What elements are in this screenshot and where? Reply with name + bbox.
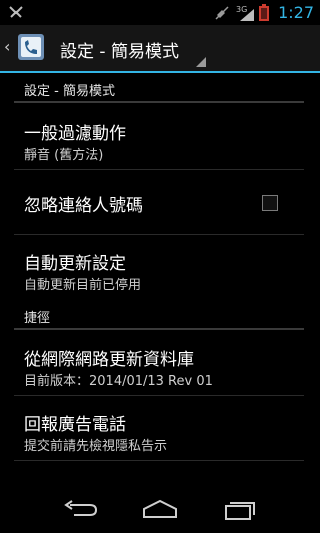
category-header-shortcuts: 捷徑	[0, 300, 320, 330]
action-bar: ‹ 設定 - 簡易模式	[0, 25, 320, 71]
mute-icon	[215, 6, 229, 20]
pref-summary: 靜音 (舊方法)	[24, 148, 104, 163]
pref-summary: 自動更新目前已停用	[24, 278, 142, 293]
category-header-simple-mode: 設定 - 簡易模式	[0, 73, 320, 103]
page-title: 設定 - 簡易模式	[60, 42, 179, 62]
pref-title: 從網際網路更新資料庫	[24, 350, 194, 370]
usb-debug-icon	[9, 6, 23, 18]
category-divider	[14, 328, 304, 330]
pref-auto-update[interactable]: 自動更新設定 自動更新目前已停用	[0, 235, 320, 300]
pref-title: 一般過濾動作	[24, 124, 126, 144]
pref-report-ad-call[interactable]: 回報廣告電話 提交前請先檢視隱私告示	[0, 396, 320, 461]
chevron-left-icon[interactable]: ‹	[4, 37, 10, 56]
pref-title: 忽略連絡人號碼	[24, 196, 143, 216]
pref-summary: 目前版本：2014/01/13 Rev 01	[24, 374, 213, 389]
status-time: 1:27	[278, 3, 314, 22]
app-icon[interactable]	[18, 34, 44, 60]
title-dropdown-indicator[interactable]	[196, 57, 206, 67]
pref-title: 自動更新設定	[24, 254, 126, 274]
status-bar: 3G 1:27	[0, 0, 320, 25]
home-icon[interactable]	[140, 495, 180, 523]
list-divider	[14, 460, 304, 461]
category-label: 設定 - 簡易模式	[24, 84, 115, 99]
battery-icon	[259, 4, 269, 21]
signal-icon: 3G	[236, 5, 254, 21]
back-icon[interactable]	[60, 495, 100, 523]
pref-summary: 提交前請先檢視隱私告示	[24, 439, 168, 454]
pref-general-filter-action[interactable]: 一般過濾動作 靜音 (舊方法)	[0, 104, 320, 170]
recents-icon[interactable]	[220, 495, 260, 523]
category-label: 捷徑	[24, 311, 51, 326]
ignore-contacts-checkbox[interactable]	[262, 195, 278, 211]
pref-update-database[interactable]: 從網際網路更新資料庫 目前版本：2014/01/13 Rev 01	[0, 331, 320, 396]
pref-ignore-contacts[interactable]: 忽略連絡人號碼	[0, 170, 320, 235]
navigation-bar	[0, 485, 320, 533]
category-divider	[14, 101, 304, 103]
pref-title: 回報廣告電話	[24, 415, 126, 435]
